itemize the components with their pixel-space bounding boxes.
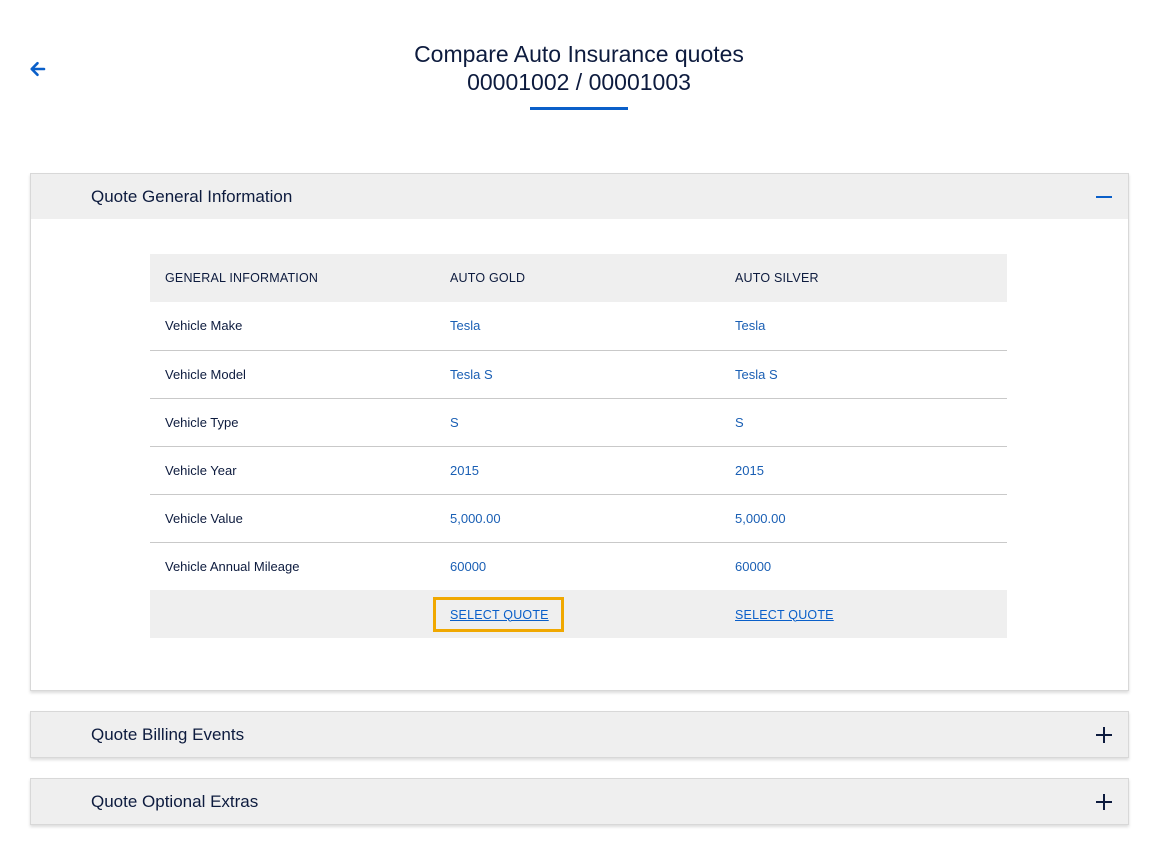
page-header: Compare Auto Insurance quotes 00001002 /… [0, 40, 1158, 110]
table-row: Vehicle Make Tesla Tesla [150, 302, 1007, 350]
silver-value: Tesla S [735, 366, 778, 382]
panel-title: Quote Billing Events [91, 724, 245, 744]
select-quote-silver-link[interactable]: SELECT QUOTE [735, 608, 834, 622]
gold-value: 60000 [450, 558, 487, 574]
gold-value: S [450, 414, 459, 430]
table-row: Vehicle Year 2015 2015 [150, 446, 1007, 494]
title-underline [530, 107, 628, 110]
gold-action-cell: SELECT QUOTE [433, 590, 720, 638]
gold-value: 5,000.00 [450, 510, 501, 526]
panel-header-general-information[interactable]: Quote General Information [31, 174, 1128, 219]
row-label: Vehicle Value [165, 510, 243, 526]
gold-value: Tesla S [450, 366, 493, 382]
silver-value: 5,000.00 [735, 510, 786, 526]
panel-optional-extras: Quote Optional Extras [30, 778, 1129, 825]
focus-outline: SELECT QUOTE [433, 596, 564, 632]
table-row: Vehicle Type S S [150, 398, 1007, 446]
gold-value: Tesla [450, 318, 481, 334]
column-header: GENERAL INFORMATION [165, 271, 319, 285]
silver-value: 2015 [735, 462, 764, 478]
table-row: Vehicle Annual Mileage 60000 60000 [150, 542, 1007, 590]
page-subtitle: 00001002 / 00001003 [467, 69, 691, 95]
row-label: Vehicle Model [165, 366, 246, 382]
page-title: Compare Auto Insurance quotes [414, 41, 744, 67]
empty-cell [150, 590, 435, 638]
silver-action-cell: SELECT QUOTE [720, 590, 1007, 638]
plus-icon[interactable] [1094, 792, 1114, 812]
row-label: Vehicle Year [165, 462, 237, 478]
compare-quotes-page: Compare Auto Insurance quotes 00001002 /… [0, 0, 1174, 863]
row-label: Vehicle Annual Mileage [165, 558, 300, 574]
row-label: Vehicle Type [165, 414, 239, 430]
silver-value: Tesla [735, 318, 766, 334]
column-header: AUTO GOLD [450, 271, 526, 285]
table-header-row: GENERAL INFORMATION AUTO GOLD AUTO SILVE… [150, 254, 1007, 302]
panel-title: Quote Optional Extras [91, 791, 259, 811]
table-action-row: SELECT QUOTE SELECT QUOTE [150, 590, 1007, 638]
silver-value: S [735, 414, 744, 430]
panel-billing-events: Quote Billing Events [30, 711, 1129, 758]
plus-icon[interactable] [1094, 725, 1114, 745]
comparison-table: GENERAL INFORMATION AUTO GOLD AUTO SILVE… [150, 254, 1007, 638]
row-label: Vehicle Make [165, 318, 243, 334]
table-row: Vehicle Value 5,000.00 5,000.00 [150, 494, 1007, 542]
minus-icon[interactable] [1094, 187, 1114, 207]
gold-value: 2015 [450, 462, 479, 478]
panel-general-information: Quote General Information GENERAL INFORM… [30, 173, 1129, 691]
silver-value: 60000 [735, 558, 772, 574]
column-header: AUTO SILVER [735, 271, 819, 285]
select-quote-gold-link[interactable]: SELECT QUOTE [450, 608, 549, 622]
panel-title: Quote General Information [91, 186, 293, 206]
panel-header-billing-events[interactable]: Quote Billing Events [31, 712, 1128, 757]
table-row: Vehicle Model Tesla S Tesla S [150, 350, 1007, 398]
panel-header-optional-extras[interactable]: Quote Optional Extras [31, 779, 1128, 824]
